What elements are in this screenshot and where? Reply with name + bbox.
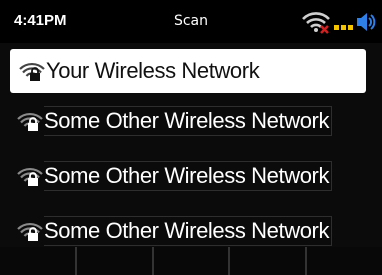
status-icons: [301, 8, 376, 36]
network-row[interactable]: Some Other Wireless Network: [10, 93, 366, 148]
softkey-2[interactable]: [76, 247, 152, 275]
softkey-bar: [0, 247, 382, 275]
network-ssid: Your Wireless Network: [46, 58, 260, 83]
wifi-locked-icon: [17, 167, 43, 186]
wifi-scan-screen: 4:41PM Scan Your Wireless Network Some O…: [0, 0, 382, 275]
activity-dots: [334, 24, 353, 30]
softkey-4[interactable]: [230, 247, 306, 275]
wifi-disconnected-icon: [302, 12, 330, 34]
softkey-1[interactable]: [0, 247, 75, 275]
softkey-3[interactable]: [153, 247, 229, 275]
network-row[interactable]: Some Other Wireless Network: [10, 148, 366, 203]
network-ssid: Some Other Wireless Network: [44, 215, 333, 246]
wifi-locked-icon: [17, 222, 43, 241]
network-ssid: Some Other Wireless Network: [44, 160, 333, 191]
network-ssid: Some Other Wireless Network: [44, 105, 333, 136]
wifi-locked-icon: [17, 112, 43, 131]
softkey-5[interactable]: [307, 247, 382, 275]
network-list: Your Wireless Network Some Other Wireles…: [0, 43, 382, 258]
speaker-volume-icon[interactable]: [356, 10, 376, 34]
wifi-locked-icon: [19, 62, 45, 81]
network-row-selected[interactable]: Your Wireless Network: [10, 49, 366, 93]
status-bar: 4:41PM Scan: [0, 0, 382, 43]
